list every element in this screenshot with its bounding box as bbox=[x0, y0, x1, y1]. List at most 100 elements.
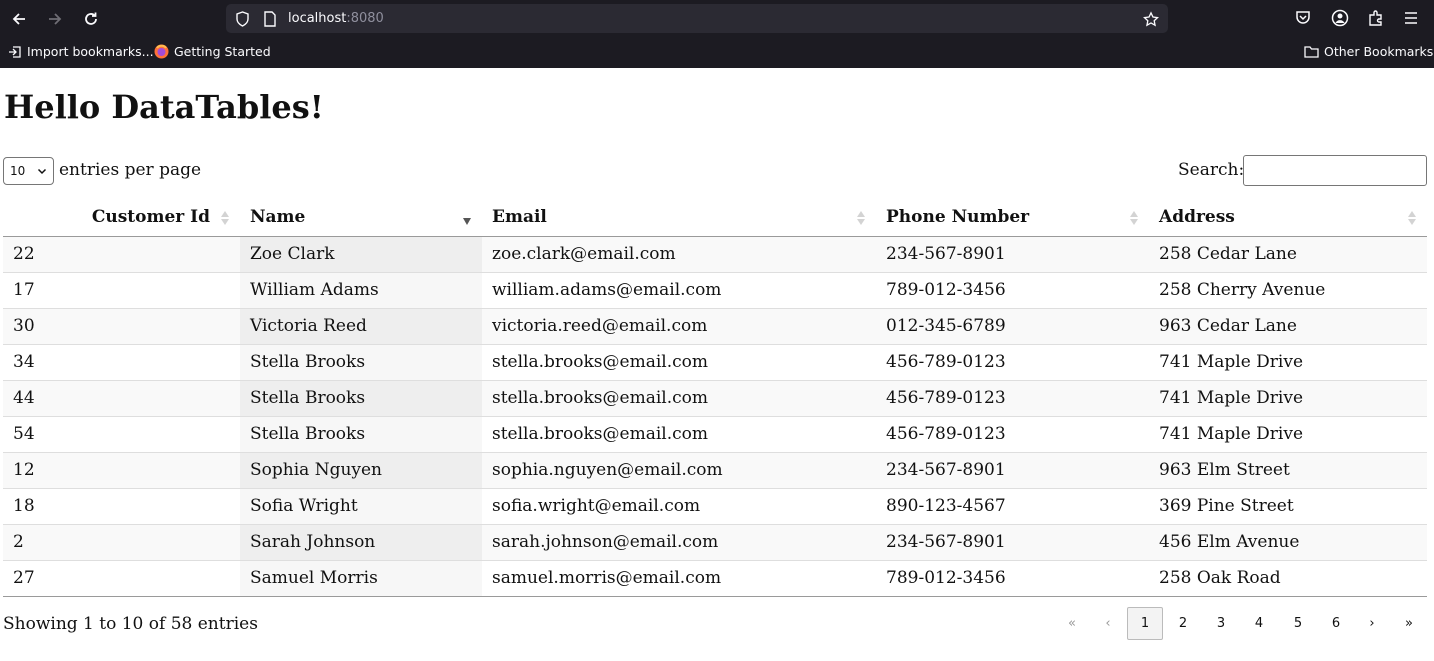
table-row: 18 Sofia Wright sofia.wright@email.com 890-… bbox=[3, 487, 1427, 524]
cell-email: stella.brooks@email.com bbox=[482, 415, 876, 452]
bookmark-import[interactable]: Import bookmarks... bbox=[8, 44, 154, 59]
cell-name: Samuel Morris bbox=[240, 559, 482, 597]
address-bar[interactable]: localhost:8080 bbox=[226, 4, 1168, 33]
table-row: 34 Stella Brooks stella.brooks@email.com 45… bbox=[3, 343, 1427, 380]
cell-phone-number: 789-012-3456 bbox=[876, 271, 1149, 308]
table-info: Showing 1 to 10 of 58 entries bbox=[3, 614, 258, 634]
other-bookmarks[interactable]: Other Bookmarks bbox=[1304, 44, 1433, 59]
bookmark-label: Getting Started bbox=[174, 44, 271, 59]
cell-name: Zoe Clark bbox=[240, 235, 482, 272]
bookmark-getting-started[interactable]: Getting Started bbox=[154, 44, 271, 59]
column-header-phone-number[interactable]: Phone Number bbox=[876, 198, 1149, 237]
table-row: 44 Stella Brooks stella.brooks@email.com 45… bbox=[3, 379, 1427, 416]
column-header-name[interactable]: Name bbox=[240, 198, 482, 237]
entries-per-page-select[interactable]: 10 bbox=[3, 157, 54, 185]
page-2-button[interactable]: 2 bbox=[1166, 607, 1200, 640]
cell-phone-number: 234-567-8901 bbox=[876, 451, 1149, 488]
table-row: 54 Stella Brooks stella.brooks@email.com 45… bbox=[3, 415, 1427, 452]
sort-icon bbox=[1408, 211, 1416, 225]
cell-address: 741 Maple Drive bbox=[1149, 343, 1427, 380]
cell-customer-id: 44 bbox=[3, 379, 240, 416]
other-bookmarks-label: Other Bookmarks bbox=[1324, 44, 1434, 59]
cell-email: sofia.wright@email.com bbox=[482, 487, 876, 524]
last-page-button[interactable]: » bbox=[1395, 607, 1423, 640]
entries-per-page-value: 10 bbox=[10, 164, 26, 178]
cell-address: 369 Pine Street bbox=[1149, 487, 1427, 524]
cell-phone-number: 012-345-6789 bbox=[876, 307, 1149, 344]
search-input[interactable] bbox=[1243, 155, 1427, 186]
table-row: 30 Victoria Reed victoria.reed@email.com 01… bbox=[3, 307, 1427, 344]
cell-email: zoe.clark@email.com bbox=[482, 235, 876, 272]
column-header-address[interactable]: Address bbox=[1149, 198, 1427, 237]
forward-arrow-icon bbox=[49, 13, 62, 25]
table-row: 17 William Adams william.adams@email.com 78… bbox=[3, 271, 1427, 308]
cell-customer-id: 18 bbox=[3, 487, 240, 524]
previous-page-button: ‹ bbox=[1105, 616, 1111, 631]
cell-email: victoria.reed@email.com bbox=[482, 307, 876, 344]
bookmark-label: Import bookmarks... bbox=[27, 44, 154, 59]
next-page-button[interactable]: › bbox=[1358, 607, 1386, 640]
cell-address: 741 Maple Drive bbox=[1149, 379, 1427, 416]
sort-descending-icon bbox=[463, 218, 471, 225]
url-port: :8080 bbox=[346, 11, 384, 26]
column-header-label: Customer Id bbox=[91, 206, 210, 227]
cell-customer-id: 27 bbox=[3, 559, 240, 597]
cell-address: 258 Cherry Avenue bbox=[1149, 271, 1427, 308]
column-header-email[interactable]: Email bbox=[482, 198, 876, 237]
cell-address: 456 Elm Avenue bbox=[1149, 523, 1427, 560]
page-6-button[interactable]: 6 bbox=[1319, 607, 1353, 640]
page-icon[interactable] bbox=[262, 11, 278, 27]
page-1-button[interactable]: 1 bbox=[1127, 607, 1163, 640]
cell-name: Stella Brooks bbox=[240, 415, 482, 452]
sort-icon bbox=[857, 211, 865, 225]
table-header-row: Customer Id Name Email Phone Number Address bbox=[3, 198, 1427, 237]
sort-icon bbox=[221, 211, 229, 225]
cell-phone-number: 234-567-8901 bbox=[876, 235, 1149, 272]
column-header-customer-id[interactable]: Customer Id bbox=[3, 198, 240, 237]
url-text[interactable]: localhost:8080 bbox=[288, 11, 384, 26]
cell-customer-id: 17 bbox=[3, 271, 240, 308]
table-body: 22 Zoe Clark zoe.clark@email.com 234-567-89… bbox=[3, 235, 1427, 597]
forward-button[interactable] bbox=[42, 6, 68, 32]
search-label: Search: bbox=[1178, 160, 1245, 180]
firefox-icon bbox=[154, 44, 169, 59]
cell-customer-id: 2 bbox=[3, 523, 240, 560]
page-4-button[interactable]: 4 bbox=[1242, 607, 1276, 640]
cell-email: samuel.morris@email.com bbox=[482, 559, 876, 597]
cell-phone-number: 234-567-8901 bbox=[876, 523, 1149, 560]
page-title: Hello DataTables! bbox=[4, 88, 324, 126]
table-row: 2 Sarah Johnson sarah.johnson@email.com 234… bbox=[3, 523, 1427, 560]
cell-customer-id: 12 bbox=[3, 451, 240, 488]
cell-name: Victoria Reed bbox=[240, 307, 482, 344]
reload-button[interactable] bbox=[78, 6, 104, 32]
extensions-icon[interactable] bbox=[1366, 8, 1386, 28]
cell-email: stella.brooks@email.com bbox=[482, 379, 876, 416]
star-icon[interactable] bbox=[1143, 10, 1159, 27]
shield-icon[interactable] bbox=[234, 11, 250, 27]
column-header-label: Email bbox=[492, 206, 547, 227]
cell-name: Stella Brooks bbox=[240, 343, 482, 380]
cell-email: sophia.nguyen@email.com bbox=[482, 451, 876, 488]
page-5-button[interactable]: 5 bbox=[1281, 607, 1315, 640]
back-button[interactable] bbox=[6, 6, 32, 32]
cell-address: 258 Oak Road bbox=[1149, 559, 1427, 597]
pocket-icon[interactable] bbox=[1293, 8, 1313, 28]
cell-email: sarah.johnson@email.com bbox=[482, 523, 876, 560]
page-3-button[interactable]: 3 bbox=[1204, 607, 1238, 640]
cell-name: Sophia Nguyen bbox=[240, 451, 482, 488]
url-host: localhost bbox=[288, 11, 347, 26]
customers-table: Customer Id Name Email Phone Number Address … bbox=[3, 198, 1427, 597]
column-header-label: Phone Number bbox=[886, 206, 1030, 227]
menu-icon[interactable] bbox=[1401, 8, 1421, 28]
reload-icon bbox=[85, 12, 97, 25]
account-icon[interactable] bbox=[1330, 8, 1350, 28]
entries-per-page-label: entries per page bbox=[59, 160, 202, 180]
cell-address: 963 Cedar Lane bbox=[1149, 307, 1427, 344]
page-content: Hello DataTables! 10 entries per page Se… bbox=[0, 68, 1434, 661]
cell-phone-number: 789-012-3456 bbox=[876, 559, 1149, 597]
browser-chrome: localhost:8080 Import bookmarks... Getti… bbox=[0, 0, 1434, 68]
cell-name: Sofia Wright bbox=[240, 487, 482, 524]
cell-phone-number: 456-789-0123 bbox=[876, 415, 1149, 452]
cell-email: william.adams@email.com bbox=[482, 271, 876, 308]
cell-phone-number: 890-123-4567 bbox=[876, 487, 1149, 524]
